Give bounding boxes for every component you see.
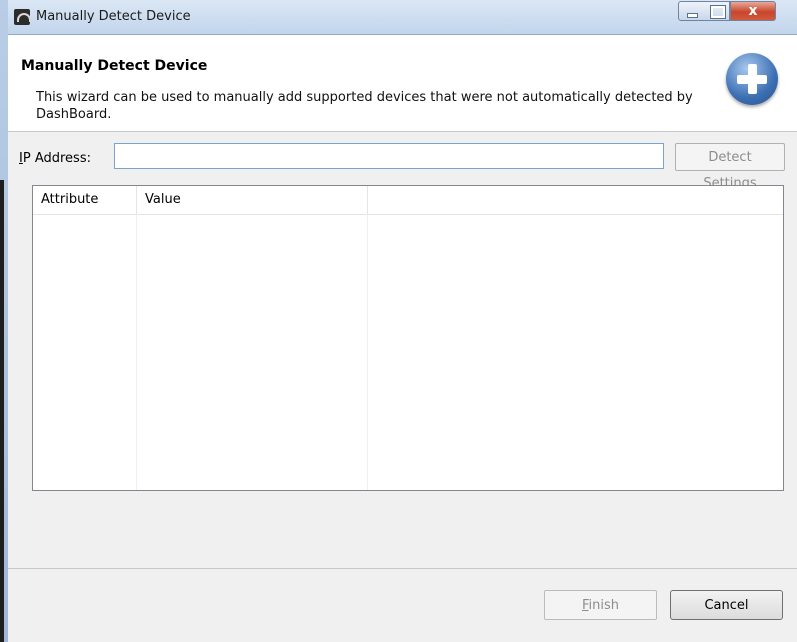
detect-settings-button[interactable]: Detect Settings [675, 143, 785, 191]
column-divider [136, 214, 137, 490]
wizard-header: Manually Detect Device This wizard can b… [8, 35, 797, 132]
finish-label: inish [588, 598, 620, 613]
minimize-button[interactable] [678, 1, 705, 21]
title-bar[interactable]: Manually Detect Device x [8, 0, 797, 35]
finish-button[interactable]: Finish [544, 590, 657, 620]
dialog-window: Manually Detect Device x Manually Detect… [0, 0, 797, 642]
column-header-attribute[interactable]: Attribute [33, 186, 137, 214]
footer-separator [8, 568, 797, 569]
dashboard-app-icon [14, 9, 31, 25]
dialog-content: Manually Detect Device This wizard can b… [8, 35, 797, 642]
wizard-title: Manually Detect Device [21, 58, 208, 74]
ip-address-label: IP Address: [19, 151, 91, 166]
add-plus-icon [726, 53, 778, 105]
maximize-button[interactable] [704, 1, 730, 21]
background-window-edge [0, 0, 8, 642]
wizard-description: This wizard can be used to manually add … [36, 90, 693, 122]
window-title: Manually Detect Device [36, 9, 191, 24]
ip-address-input[interactable] [114, 143, 664, 169]
close-icon: x [748, 3, 758, 19]
column-header-value[interactable]: Value [137, 186, 368, 214]
close-button[interactable]: x [730, 1, 776, 21]
column-header-filler [368, 186, 783, 214]
table-header: Attribute Value [33, 186, 783, 215]
attribute-table[interactable]: Attribute Value [32, 185, 784, 491]
column-divider [367, 214, 368, 490]
ip-label-text: P Address: [22, 151, 91, 166]
cancel-button[interactable]: Cancel [670, 590, 783, 620]
